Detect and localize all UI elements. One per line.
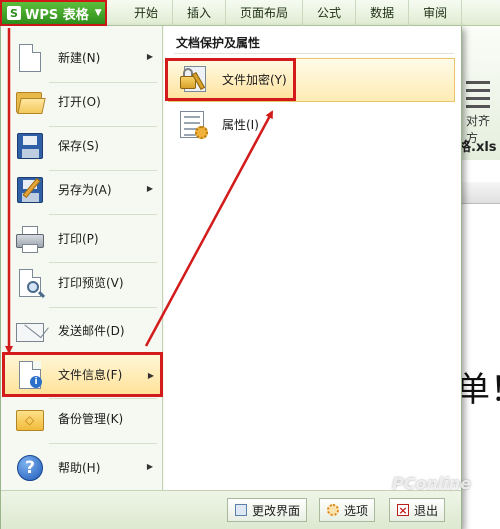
watermark: PConline xyxy=(392,474,472,493)
options-button[interactable]: 选项 xyxy=(319,498,376,522)
new-doc-icon xyxy=(15,43,45,73)
wps-app-menu-button[interactable]: S WPS 表格 ▼ xyxy=(0,0,107,26)
tab-data[interactable]: 数据 xyxy=(356,0,410,26)
menu-divider xyxy=(49,307,157,308)
tab-formulas[interactable]: 公式 xyxy=(303,0,357,26)
change-ui-button[interactable]: 更改界面 xyxy=(227,498,308,522)
submenu-item-label: 属性(I) xyxy=(222,118,259,132)
help-icon: ? xyxy=(15,453,45,483)
lock-key-icon xyxy=(178,64,210,96)
menu-item-label: 发送邮件(D) xyxy=(58,324,125,338)
wps-logo-icon: S xyxy=(7,6,21,20)
menu-item-label: 另存为(A) xyxy=(58,183,112,197)
menu-item-label: 文件信息(F) xyxy=(58,368,123,382)
save-disk-icon xyxy=(15,131,45,161)
print-preview-icon xyxy=(15,268,45,298)
options-gear-icon xyxy=(326,503,340,517)
menu-item-label: 帮助(H) xyxy=(58,461,101,475)
menu-item-label: 打印(P) xyxy=(58,232,99,246)
app-menu-label: WPS 表格 xyxy=(25,7,89,23)
menu-item-label: 打印预览(V) xyxy=(58,276,124,290)
menu-item-help[interactable]: ? 帮助(H) ▶ xyxy=(5,446,159,489)
change-ui-label: 更改界面 xyxy=(252,503,301,518)
menu-item-open[interactable]: 打开(O) xyxy=(5,80,159,123)
menu-divider xyxy=(49,214,157,215)
exit-button[interactable]: × 退出 xyxy=(389,498,446,522)
submenu-title: 文档保护及属性 xyxy=(176,36,261,50)
submenu-item-encrypt[interactable]: 文件加密(Y) xyxy=(165,58,296,101)
tab-home[interactable]: 开始 xyxy=(120,0,174,26)
menu-divider xyxy=(49,443,157,444)
layout-icon xyxy=(234,503,248,517)
menu-item-label: 新建(N) xyxy=(58,51,101,65)
document-tab-filename[interactable]: 格.xls xyxy=(458,136,497,155)
printer-icon xyxy=(15,224,45,254)
save-as-icon xyxy=(15,175,45,205)
options-label: 选项 xyxy=(344,503,369,518)
menu-item-label: 保存(S) xyxy=(58,139,99,153)
menu-item-save[interactable]: 保存(S) xyxy=(5,124,159,167)
document-text: 单！ xyxy=(456,370,500,410)
menu-item-print-preview[interactable]: 打印预览(V) xyxy=(5,261,159,304)
menu-item-send-mail[interactable]: 发送邮件(D) xyxy=(5,309,159,352)
menu-item-label: 打开(O) xyxy=(58,95,101,109)
backup-folder-icon xyxy=(15,404,45,434)
submenu-arrow-icon: ▶ xyxy=(146,184,153,193)
open-folder-icon xyxy=(15,87,46,117)
menu-item-save-as[interactable]: 另存为(A) ▶ xyxy=(5,168,159,211)
menu-item-new[interactable]: 新建(N) ▶ xyxy=(5,36,159,79)
submenu-item-label: 文件加密(Y) xyxy=(222,73,287,87)
tab-page-layout[interactable]: 页面布局 xyxy=(226,0,304,26)
file-menu-footer: 更改界面 选项 × 退出 xyxy=(1,490,461,529)
menu-item-label: 备份管理(K) xyxy=(58,412,124,426)
menu-item-print[interactable]: 打印(P) xyxy=(5,217,159,260)
tab-insert[interactable]: 插入 xyxy=(173,0,227,26)
file-menu-commands: 新建(N) ▶ 打开(O) 保存(S) 另存为(A) ▶ 打印(P) 打印预览(… xyxy=(1,26,163,490)
file-info-icon: i xyxy=(15,360,45,390)
file-info-submenu: 文档保护及属性 文件加密(Y) 属性(I) xyxy=(164,26,461,490)
exit-icon: × xyxy=(397,503,409,517)
title-bar: S WPS 表格 ▼ 开始 插入 页面布局 公式 数据 审阅 xyxy=(0,0,500,26)
submenu-item-properties[interactable]: 属性(I) xyxy=(168,103,455,146)
properties-icon xyxy=(178,109,210,141)
submenu-arrow-icon: ▶ xyxy=(146,462,153,471)
submenu-arrow-icon: ▶ xyxy=(147,371,154,380)
mail-icon xyxy=(15,316,45,346)
submenu-title-divider xyxy=(174,53,454,54)
submenu-arrow-icon: ▶ xyxy=(146,52,153,61)
ribbon-tabs: 开始 插入 页面布局 公式 数据 审阅 xyxy=(120,0,463,26)
tab-review[interactable]: 审阅 xyxy=(409,0,463,26)
file-menu: 新建(N) ▶ 打开(O) 保存(S) 另存为(A) ▶ 打印(P) 打印预览(… xyxy=(0,26,462,529)
chevron-down-icon: ▼ xyxy=(94,8,102,18)
exit-label: 退出 xyxy=(414,503,439,518)
menu-item-backup[interactable]: 备份管理(K) xyxy=(5,397,159,440)
menu-item-file-info[interactable]: i 文件信息(F) ▶ xyxy=(2,352,163,397)
